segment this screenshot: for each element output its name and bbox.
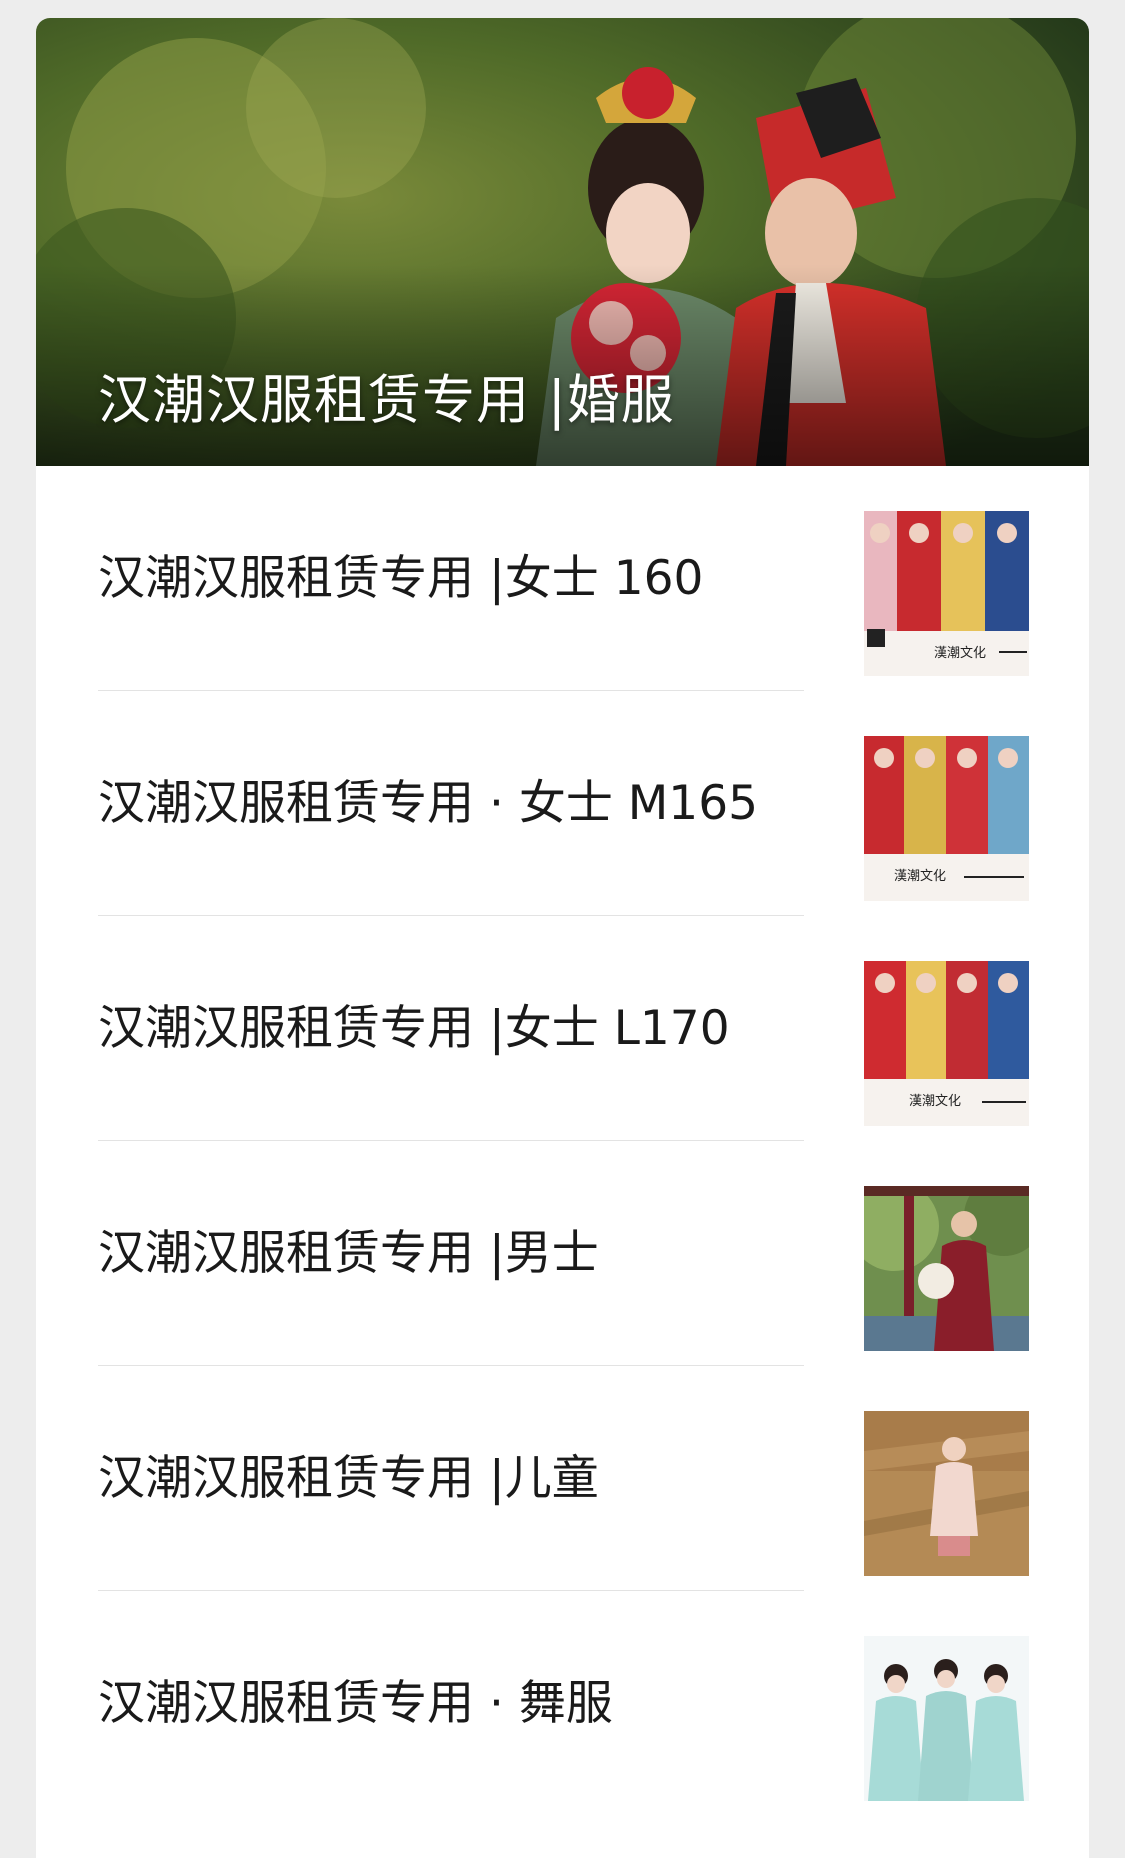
list-item-thumbnail — [864, 1636, 1029, 1801]
list-item-thumbnail: 漢潮文化 — [864, 511, 1029, 676]
list-item-thumbnail: 漢潮文化 — [864, 961, 1029, 1126]
list-item[interactable]: 汉潮汉服租赁专用 |女士 160 漢潮文化 — [36, 466, 1089, 691]
list-item-thumbnail — [864, 1186, 1029, 1351]
list-item-title: 汉潮汉服租赁专用 |女士 160 — [98, 551, 704, 606]
hero-banner[interactable]: 汉潮汉服租赁专用 |婚服 — [36, 18, 1089, 466]
list-item[interactable]: 汉潮汉服租赁专用 |男士 — [36, 1141, 1089, 1366]
list-item[interactable]: 汉潮汉服租赁专用 |儿童 — [36, 1366, 1089, 1591]
svg-text:漢潮文化: 漢潮文化 — [909, 1094, 961, 1109]
list-item-title: 汉潮汉服租赁专用 |男士 — [98, 1226, 599, 1281]
list-item-title: 汉潮汉服租赁专用 · 女士 M165 — [98, 776, 759, 831]
list-item[interactable]: 汉潮汉服租赁专用 · 舞服 — [36, 1591, 1089, 1816]
list-item[interactable]: 汉潮汉服租赁专用 · 女士 M165 漢潮文化 — [36, 691, 1089, 916]
list-item[interactable]: 汉潮汉服租赁专用 |女士 L170 漢潮文化 — [36, 916, 1089, 1141]
list-item-thumbnail — [864, 1411, 1029, 1576]
article-card: 汉潮汉服租赁专用 |婚服 汉潮汉服租赁专用 |女士 160 漢潮文化 汉潮汉服租… — [36, 18, 1089, 1858]
svg-text:漢潮文化: 漢潮文化 — [934, 646, 986, 661]
hero-title: 汉潮汉服租赁专用 |婚服 — [98, 370, 675, 431]
list-item-title: 汉潮汉服租赁专用 · 舞服 — [98, 1676, 613, 1731]
list-item-title: 汉潮汉服租赁专用 |女士 L170 — [98, 1001, 730, 1056]
svg-text:漢潮文化: 漢潮文化 — [894, 869, 946, 884]
list-item-thumbnail: 漢潮文化 — [864, 736, 1029, 901]
list-item-title: 汉潮汉服租赁专用 |儿童 — [98, 1451, 599, 1506]
article-list: 汉潮汉服租赁专用 |女士 160 漢潮文化 汉潮汉服租赁专用 · 女士 M165… — [36, 466, 1089, 1816]
